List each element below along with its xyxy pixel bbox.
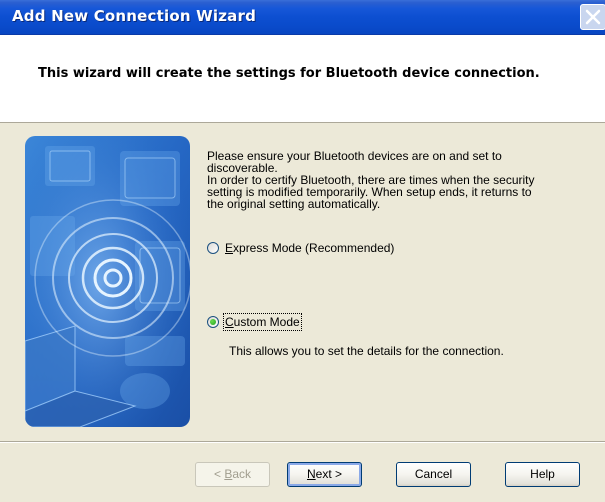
wizard-header: This wizard will create the settings for… [0, 35, 605, 123]
title-bar[interactable]: Add New Connection Wizard [0, 0, 605, 35]
header-text: This wizard will create the settings for… [38, 66, 540, 81]
close-button[interactable] [580, 4, 605, 30]
custom-mode-label: Custom Mode [223, 313, 302, 331]
bluetooth-illustration [25, 136, 190, 427]
wizard-window: Add New Connection Wizard This wizard wi… [0, 0, 605, 502]
back-button[interactable]: < Back [195, 462, 270, 487]
help-button[interactable]: Help [505, 462, 580, 487]
close-icon [585, 9, 601, 25]
express-mode-label: Express Mode (Recommended) [225, 241, 395, 255]
radio-unchecked-icon[interactable] [207, 242, 219, 254]
express-mode-radio[interactable]: Express Mode (Recommended) [207, 241, 394, 255]
next-button[interactable]: Next > [287, 462, 362, 487]
window-title: Add New Connection Wizard [12, 7, 257, 25]
bluetooth-waves-icon [25, 136, 190, 427]
custom-mode-radio[interactable]: Custom Mode [207, 313, 302, 331]
cancel-button[interactable]: Cancel [396, 462, 471, 487]
instruction-line: the original setting automatically. [207, 197, 381, 211]
custom-mode-description: This allows you to set the details for t… [229, 344, 504, 358]
radio-checked-icon[interactable] [207, 316, 219, 328]
header-divider [0, 121, 605, 122]
instructions: Please ensure your Bluetooth devices are… [207, 150, 592, 210]
